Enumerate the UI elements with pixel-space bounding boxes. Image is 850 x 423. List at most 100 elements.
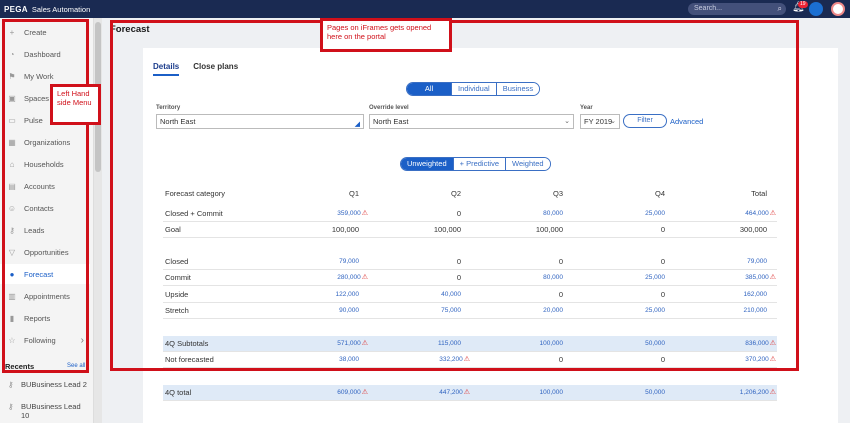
sidebar-item-accounts[interactable]: ▤ Accounts: [0, 176, 90, 196]
sidebar-item-forecast[interactable]: ● Forecast: [0, 264, 90, 284]
cell-q3[interactable]: 100,000: [503, 385, 564, 401]
cell-value: 100,000: [433, 225, 461, 234]
cell-q3[interactable]: 80,000: [503, 270, 563, 286]
cell-value: 370,200: [745, 356, 769, 363]
recent-item[interactable]: ⚷ BUBusiness Lead 10: [8, 402, 90, 420]
scope-business-button[interactable]: Business: [495, 83, 540, 95]
dashboard-icon: ◔: [9, 49, 15, 59]
row-label: 4Q total: [165, 388, 192, 397]
sidebar-item-label: Leads: [24, 225, 45, 235]
row-label: Upside: [165, 290, 189, 299]
sidebar-item-households[interactable]: ⌂ Households: [0, 154, 90, 174]
cell-q4: 0: [605, 254, 665, 270]
chevron-right-icon[interactable]: ›: [81, 335, 84, 346]
sidebar-item-leads[interactable]: ⚷ Leads: [0, 220, 90, 240]
cell-q3: 0: [503, 287, 563, 303]
phone-icon[interactable]: [809, 2, 823, 16]
warning-icon: ⚠: [463, 356, 470, 363]
table-row: Upside 122,000 40,000 0 0 162,000: [163, 287, 777, 303]
sidebar-item-my-work[interactable]: ⚑ My Work: [0, 66, 90, 86]
reports-icon: ▮: [9, 313, 15, 323]
cell-q3[interactable]: 20,000: [503, 303, 563, 319]
cell-q1[interactable]: 79,000: [299, 254, 359, 270]
cell-q4[interactable]: 25,000: [605, 270, 665, 286]
cell-value: 38,000: [339, 356, 359, 363]
sidebar-item-following[interactable]: ☆ Following ›: [0, 330, 90, 350]
override-level-value: North East: [373, 117, 409, 126]
cell-total: 300,000: [707, 222, 767, 238]
cell-q4[interactable]: 25,000: [605, 206, 665, 222]
year-select[interactable]: FY 2019 ⌄: [580, 114, 620, 129]
cell-q4[interactable]: 50,000: [605, 336, 665, 352]
warning-icon: ⚠: [361, 210, 368, 217]
cell-q1[interactable]: 609,000⚠: [308, 385, 368, 401]
cell-q4[interactable]: 50,000: [605, 385, 665, 401]
cell-value: 464,000: [745, 210, 769, 217]
cell-value: 75,000: [441, 307, 461, 314]
filter-button[interactable]: Filter: [623, 114, 667, 128]
sidebar-item-organizations[interactable]: ▦ Organizations: [0, 132, 90, 152]
cell-q2[interactable]: 447,200⚠: [410, 385, 470, 401]
cell-value: 50,000: [645, 340, 665, 347]
year-label: Year: [580, 105, 593, 111]
cell-q1[interactable]: 90,000: [299, 303, 359, 319]
tab-close-plans[interactable]: Close plans: [193, 62, 238, 76]
warning-icon: ⚠: [361, 389, 368, 396]
cell-q2[interactable]: 332,200⚠: [410, 352, 470, 368]
iframe-annotation: Pages on iFrames gets opened here on the…: [320, 18, 452, 52]
cell-total[interactable]: 162,000: [707, 287, 768, 303]
cell-total[interactable]: 79,000: [707, 254, 767, 270]
cell-q4[interactable]: 25,000: [605, 303, 665, 319]
see-all-link[interactable]: See all: [67, 363, 85, 369]
cell-total[interactable]: 1,206,200⚠: [716, 385, 776, 401]
cell-total[interactable]: 385,000⚠: [716, 270, 776, 286]
sidebar-item-create[interactable]: + Create: [0, 22, 90, 42]
cell-value: 447,200: [439, 389, 463, 396]
cell-value: 300,000: [739, 225, 767, 234]
cell-q2[interactable]: 75,000: [401, 303, 461, 319]
sidebar-item-label: Appointments: [24, 291, 70, 301]
sidebar-item-appointments[interactable]: ▥ Appointments: [0, 286, 90, 306]
cell-total[interactable]: 836,000⚠: [716, 336, 776, 352]
override-level-select[interactable]: North East ⌄: [369, 114, 574, 129]
cell-q1[interactable]: 280,000⚠: [308, 270, 368, 286]
sidebar-item-reports[interactable]: ▮ Reports: [0, 308, 90, 328]
territory-field[interactable]: North East ◢: [156, 114, 364, 129]
cell-q2[interactable]: 115,000: [401, 336, 461, 352]
lead-icon: ⚷: [8, 380, 14, 389]
sidebar-item-label: Create: [24, 27, 47, 37]
notification-badge: 19: [798, 1, 808, 8]
sidebar-item-label: Forecast: [24, 269, 54, 279]
scope-individual-button[interactable]: Individual: [451, 83, 496, 95]
tab-details[interactable]: Details: [153, 62, 180, 76]
sidebar-item-contacts[interactable]: ☺ Contacts: [0, 198, 90, 218]
cell-total[interactable]: 464,000⚠: [716, 206, 776, 222]
sidebar-item-opportunities[interactable]: ▽ Opportunities: [0, 242, 90, 262]
avatar[interactable]: [831, 2, 845, 16]
sidebar-item-dashboard[interactable]: ◔ Dashboard: [0, 44, 90, 64]
search-icon[interactable]: ⌕: [778, 3, 782, 15]
cell-total[interactable]: 210,000: [707, 303, 768, 319]
predictive-button[interactable]: + Predictive: [452, 158, 506, 170]
tab-bar: Details Close plans: [153, 62, 252, 76]
cell-q1[interactable]: 38,000: [299, 352, 359, 368]
cell-q2[interactable]: 40,000: [401, 287, 461, 303]
cell-q1[interactable]: 571,000⚠: [308, 336, 368, 352]
search-input[interactable]: Search... ⌕: [688, 3, 786, 15]
cell-value: 25,000: [645, 307, 665, 314]
recent-item[interactable]: ⚷ BUBusiness Lead 2: [8, 380, 90, 389]
pega-logo[interactable]: PEGA: [4, 5, 28, 14]
unweighted-button[interactable]: Unweighted: [401, 158, 453, 170]
sidebar-scrollbar[interactable]: [94, 18, 102, 423]
cell-q3[interactable]: 100,000: [503, 336, 564, 352]
weighted-button[interactable]: Weighted: [505, 158, 550, 170]
advanced-link[interactable]: Advanced: [670, 117, 703, 126]
cell-q1[interactable]: 122,000: [299, 287, 360, 303]
cell-q3[interactable]: 80,000: [503, 206, 563, 222]
warning-icon: ⚠: [463, 389, 470, 396]
organizations-icon: ▦: [8, 137, 16, 147]
table-row: Stretch 90,000 75,000 20,000 25,000 210,000: [163, 303, 777, 319]
cell-q1[interactable]: 359,000⚠: [308, 206, 368, 222]
scope-all-button[interactable]: All: [407, 83, 451, 95]
cell-total[interactable]: 370,200⚠: [716, 352, 776, 368]
